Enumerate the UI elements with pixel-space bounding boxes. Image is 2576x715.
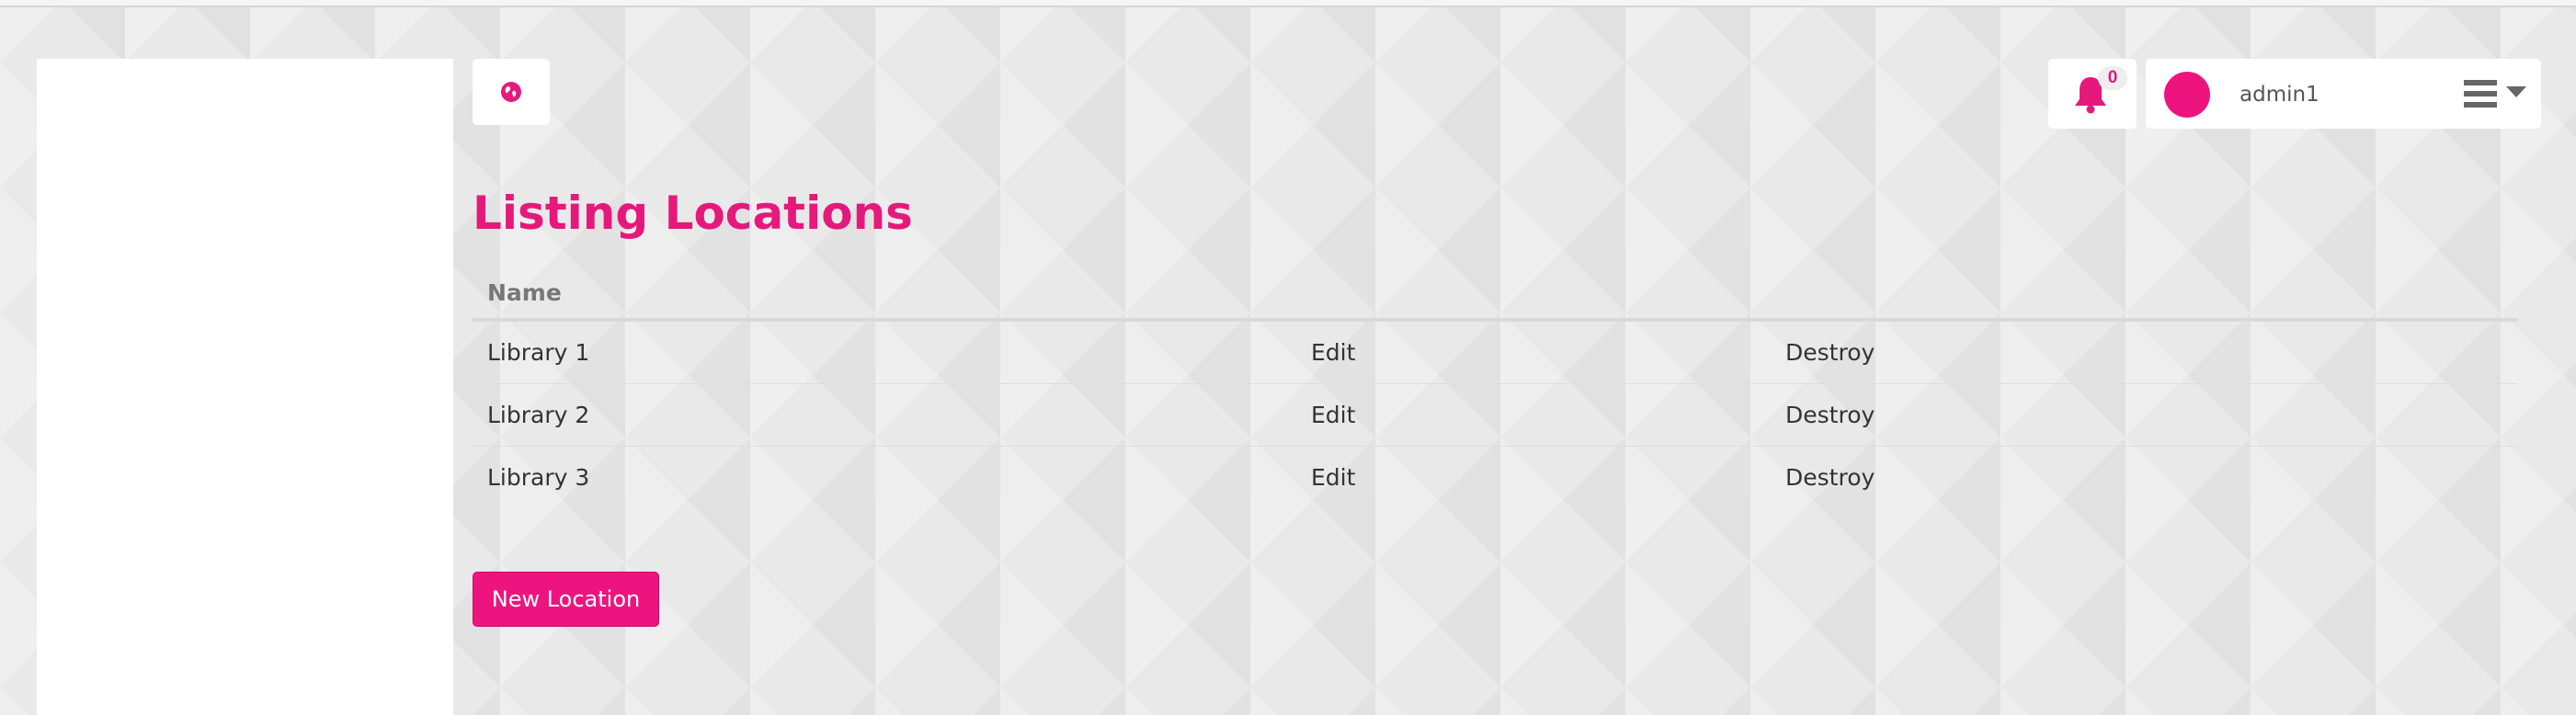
table-row: Library 1 Edit Destroy	[473, 320, 2517, 384]
location-name: Library 1	[487, 339, 590, 366]
column-header-name: Name	[473, 267, 1296, 322]
edit-link[interactable]: Edit	[1311, 339, 1355, 366]
locations-table: Name Library 1 Edit Destroy Library 2 Ed…	[473, 267, 2517, 508]
location-name: Library 3	[473, 446, 1296, 508]
username: admin1	[2240, 83, 2320, 107]
destroy-link[interactable]: Destroy	[1785, 402, 1875, 428]
new-location-button[interactable]: New Location	[473, 572, 659, 627]
notifications-button[interactable]: 0	[2048, 59, 2137, 129]
table-row: Library 2 Edit Destroy	[473, 383, 2517, 447]
user-menu-toggle[interactable]	[2464, 75, 2532, 112]
sidebar	[37, 59, 453, 715]
caret-down-icon	[2506, 86, 2526, 97]
page-title: Listing Locations	[473, 187, 913, 240]
table-header-row: Name	[473, 267, 2517, 322]
avatar	[2164, 72, 2210, 118]
globe-button[interactable]	[473, 59, 550, 125]
column-header-destroy	[1771, 267, 2517, 322]
user-menu[interactable]: admin1	[2146, 59, 2541, 129]
notification-count-badge: 0	[2098, 66, 2127, 90]
globe-icon	[501, 82, 521, 102]
location-name: Library 2	[473, 383, 1296, 447]
top-border	[0, 0, 2576, 7]
destroy-link[interactable]: Destroy	[1785, 464, 1875, 491]
edit-link[interactable]: Edit	[1311, 464, 1355, 491]
table-row: Library 3 Edit Destroy	[473, 446, 2517, 508]
destroy-link[interactable]: Destroy	[1785, 339, 1875, 366]
edit-link[interactable]: Edit	[1311, 402, 1355, 428]
column-header-edit	[1296, 267, 1771, 322]
hamburger-menu-icon	[2464, 80, 2497, 108]
